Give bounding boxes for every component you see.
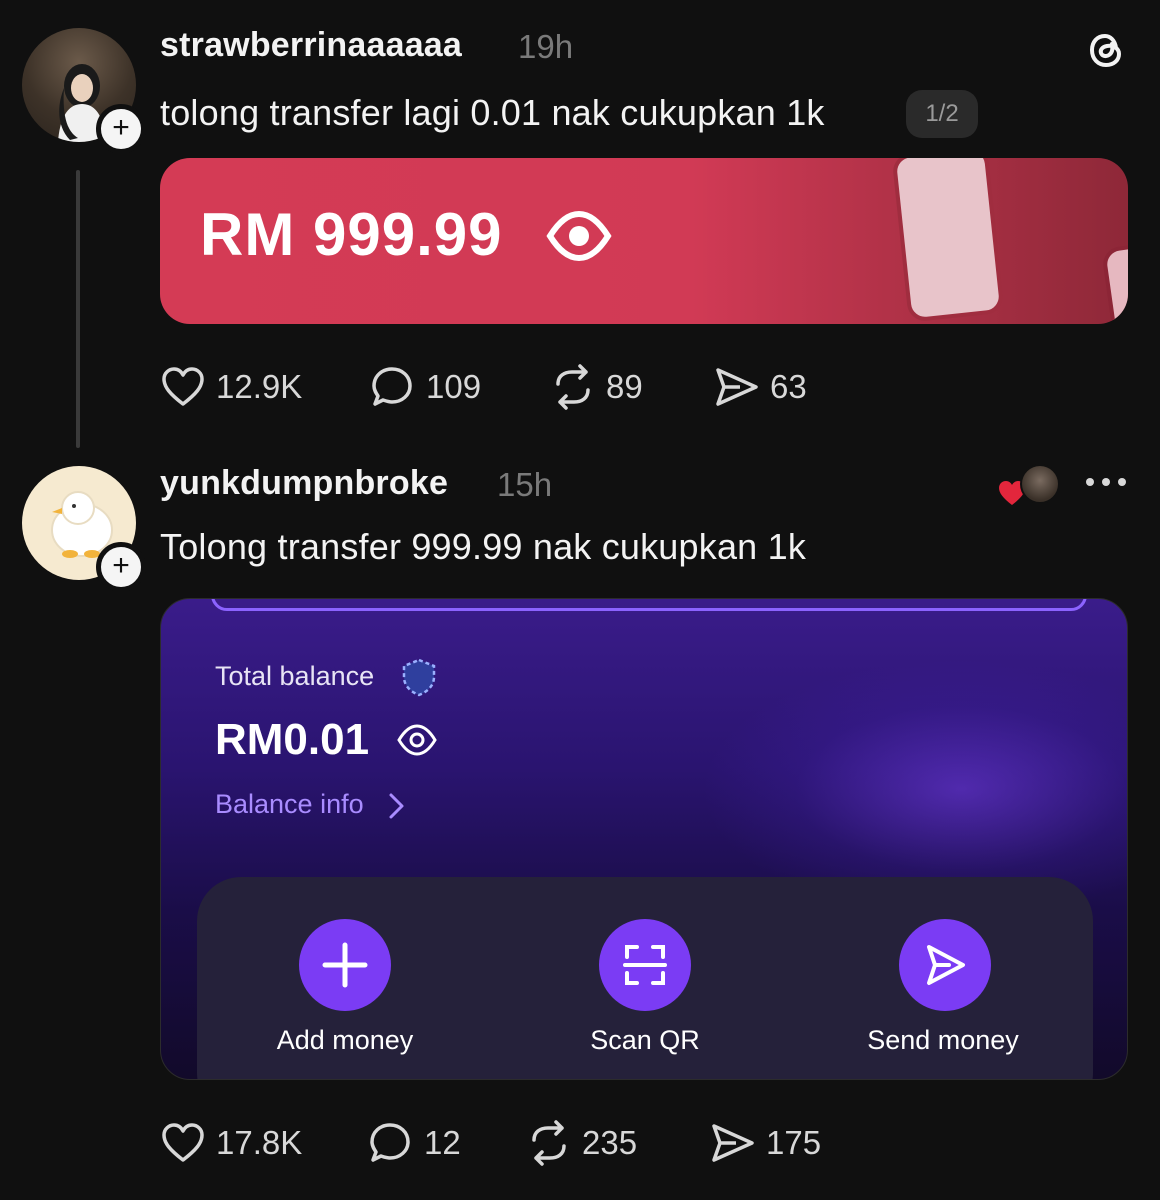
repost-button[interactable]: 89	[550, 364, 643, 410]
like-count: 17.8K	[216, 1124, 303, 1161]
send-icon	[716, 368, 758, 406]
comment-count: 109	[426, 368, 482, 405]
scan-qr-label: Scan QR	[590, 1025, 700, 1055]
post-time: 19h	[518, 28, 574, 65]
thread-connector-line	[76, 170, 80, 448]
share-count: 63	[770, 368, 807, 405]
repost-button[interactable]: 235	[526, 1120, 637, 1166]
post-image[interactable]: RM 999.99	[160, 158, 1128, 324]
balance-info-link: Balance info	[215, 789, 364, 819]
more-options-icon[interactable]	[1083, 470, 1129, 494]
post-time: 15h	[497, 466, 553, 503]
like-count: 12.9K	[216, 368, 303, 405]
plus-icon	[322, 942, 368, 988]
total-balance-label: Total balance	[215, 661, 375, 691]
post-text: Tolong transfer 999.99 nak cukupkan 1k	[160, 526, 807, 567]
eye-icon	[397, 724, 437, 756]
repost-count: 235	[582, 1124, 638, 1161]
chevron-right-icon	[389, 793, 404, 819]
wallet-actions-panel: Add money Scan QR Send money	[197, 877, 1093, 1079]
send-money-label: Send money	[867, 1025, 1019, 1055]
send-icon	[927, 945, 965, 985]
comment-icon	[372, 367, 412, 406]
heart-icon	[162, 1123, 204, 1162]
share-count: 175	[766, 1124, 822, 1161]
page-indicator: 1/2	[906, 90, 978, 138]
scan-qr-button	[599, 919, 691, 1011]
balance-value: RM0.01	[215, 715, 370, 764]
send-money-button	[899, 919, 991, 1011]
post-text: tolong transfer lagi 0.01 nak cukupkan 1…	[160, 92, 825, 133]
repost-icon	[532, 1120, 566, 1166]
post-username[interactable]: yunkdumpnbroke	[160, 464, 448, 503]
scan-qr-icon	[623, 945, 667, 985]
liked-by-avatar[interactable]	[1020, 464, 1060, 504]
eye-icon	[546, 210, 612, 262]
post-image[interactable]: Total balance RM0.01 Balance info Add mo…	[160, 598, 1128, 1080]
image-amount: RM 999.99	[200, 201, 503, 268]
repost-icon	[556, 364, 590, 410]
comment-button[interactable]: 12	[368, 1120, 461, 1166]
comment-icon	[370, 1123, 410, 1162]
repost-count: 89	[606, 368, 643, 405]
share-button[interactable]: 63	[714, 364, 807, 410]
like-button[interactable]: 12.9K	[160, 364, 302, 410]
follow-button[interactable]: +	[96, 542, 146, 592]
add-money-button	[299, 919, 391, 1011]
heart-icon	[162, 367, 204, 406]
share-button[interactable]: 175	[710, 1120, 821, 1166]
post-username[interactable]: strawberrinaaaaaa	[160, 26, 462, 65]
phone-illustration	[1100, 228, 1128, 324]
phone-illustration	[891, 158, 1005, 323]
follow-button[interactable]: +	[96, 104, 146, 154]
shield-icon	[402, 658, 436, 697]
threads-logo-icon[interactable]	[1084, 28, 1128, 72]
comment-button[interactable]: 109	[370, 364, 481, 410]
like-button[interactable]: 17.8K	[160, 1120, 302, 1166]
send-icon	[712, 1124, 754, 1162]
add-money-label: Add money	[276, 1025, 414, 1055]
comment-count: 12	[424, 1124, 461, 1161]
